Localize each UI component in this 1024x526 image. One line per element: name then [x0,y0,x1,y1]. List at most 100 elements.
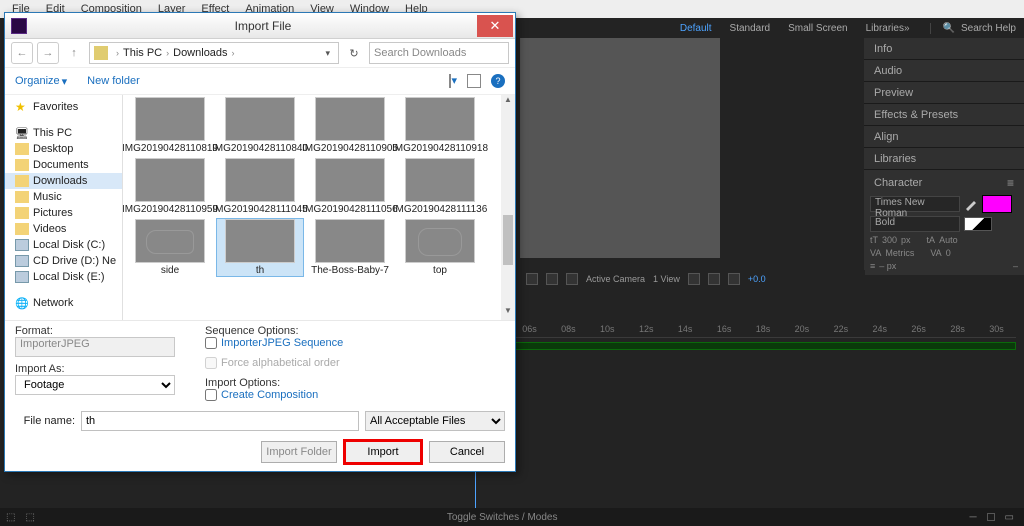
region-of-interest-icon[interactable] [566,273,578,285]
network-header[interactable]: Network [5,295,122,311]
breadcrumb-dropdown-icon[interactable]: ▾ [325,48,334,59]
fast-preview-icon[interactable] [708,273,720,285]
nav-item-downloads[interactable]: Downloads [5,173,122,189]
nav-item-cd-drive-d-ne[interactable]: CD Drive (D:) Ne [5,253,122,269]
scroll-down-icon[interactable]: ▼ [501,306,515,320]
composition-preview[interactable] [520,38,720,258]
nav-item-videos[interactable]: Videos [5,221,122,237]
new-folder-button[interactable]: New folder [87,75,140,87]
file-item[interactable]: IMG20190428111056 [307,158,393,215]
nav-item-documents[interactable]: Documents [5,157,122,173]
shy-icon[interactable]: ⬚ [6,512,15,523]
preview-pane-button[interactable] [467,74,481,88]
leading-value[interactable]: Auto [939,235,958,245]
file-name-input[interactable] [81,411,359,431]
stroke-color-swatch[interactable] [964,217,992,231]
kerning-value[interactable]: Metrics [885,248,914,258]
dialog-titlebar[interactable]: Import File ✕ [5,13,515,39]
eyedropper-icon[interactable] [964,197,978,211]
panel-tab-align[interactable]: Align [864,126,1024,148]
exposure-value[interactable]: +0.0 [748,274,766,284]
cancel-button[interactable]: Cancel [429,441,505,463]
file-item[interactable]: side [127,219,213,276]
file-item[interactable]: The-Boss-Baby-7 [307,219,393,276]
nav-item-desktop[interactable]: Desktop [5,141,122,157]
help-button[interactable]: ? [491,74,505,88]
organize-button[interactable]: Organize ▾ [15,75,67,88]
nav-item-local-disk-c-[interactable]: Local Disk (C:) [5,237,122,253]
file-item[interactable]: IMG20190428110959 [127,158,213,215]
panel-tab-effects-presets[interactable]: Effects & Presets [864,104,1024,126]
file-item[interactable]: IMG20190428111045 [217,158,303,215]
toggle-switches-button[interactable]: Toggle Switches / Modes [35,512,970,523]
fill-color-swatch[interactable] [982,195,1012,213]
workspace-small-screen[interactable]: Small Screen [788,23,847,34]
transparency-grid-icon[interactable] [546,273,558,285]
workspace-libraries[interactable]: Libraries [866,23,904,34]
mask-toggle-icon[interactable] [526,273,538,285]
view-mode-button[interactable]: ▾ [449,74,457,88]
workspace-default[interactable]: Default [680,23,712,34]
refresh-button[interactable]: ↻ [343,42,365,64]
zoom-out-icon[interactable]: ─ [969,512,976,523]
tracking-value[interactable]: 0 [946,248,951,258]
back-button[interactable]: ← [11,42,33,64]
view-layout-select[interactable]: 1 View [653,274,680,284]
folder-tree[interactable]: ★ Favorites This PC DesktopDocumentsDown… [5,95,123,320]
breadcrumb-segment-pc[interactable]: This PC [123,47,162,59]
timeline-icon[interactable] [728,273,740,285]
file-item[interactable]: top [397,219,483,276]
nav-item-pictures[interactable]: Pictures [5,205,122,221]
font-family-select[interactable]: Times New Roman [870,196,960,212]
panel-tab-preview[interactable]: Preview [864,82,1024,104]
panel-tab-libraries[interactable]: Libraries [864,148,1024,170]
ruler-tick: 12s [627,324,666,337]
file-list[interactable]: IMG20190428110819IMG20190428110840IMG201… [123,95,515,320]
file-name-label: IMG20190428110840 [212,143,308,154]
forward-button[interactable]: → [37,42,59,64]
file-item[interactable]: IMG20190428110840 [217,97,303,154]
folder-search-input[interactable]: Search Downloads [369,42,509,64]
create-composition-checkbox[interactable]: Create Composition [205,389,505,401]
file-thumbnail [225,97,295,141]
file-item[interactable]: IMG20190428110819 [127,97,213,154]
layer-bar[interactable] [510,342,1016,350]
dialog-close-button[interactable]: ✕ [477,15,513,37]
scroll-up-icon[interactable]: ▲ [501,95,515,109]
this-pc-header[interactable]: This PC [5,125,122,141]
workspace-standard[interactable]: Standard [730,23,771,34]
character-panel-title[interactable]: Character [874,177,922,189]
up-button[interactable]: ↑ [63,42,85,64]
active-camera-select[interactable]: Active Camera [586,274,645,284]
nav-item-local-disk-e-[interactable]: Local Disk (E:) [5,269,122,285]
zoom-slider[interactable] [987,513,995,521]
workspace-more-icon[interactable]: » [904,23,910,34]
file-item[interactable]: th [217,219,303,276]
font-style-select[interactable]: Bold [870,216,960,232]
file-list-scrollbar[interactable]: ▲ ▼ [501,95,515,320]
drive-icon [15,239,29,251]
zoom-in-icon[interactable]: ▭ [1005,512,1014,523]
panel-tab-audio[interactable]: Audio [864,60,1024,82]
panel-menu-icon[interactable]: ≡ [1007,176,1014,190]
help-search[interactable]: 🔍 Search Help [930,23,1016,34]
jpeg-sequence-checkbox[interactable]: ImporterJPEG Sequence [205,337,505,349]
panel-tab-info[interactable]: Info [864,38,1024,60]
time-ruler[interactable]: 06s08s10s12s14s16s18s20s22s24s26s28s30s [510,324,1016,338]
file-item[interactable]: IMG20190428110905 [307,97,393,154]
scrollbar-thumb[interactable] [503,215,513,265]
stroke-width-value[interactable]: – px [879,261,896,271]
pixel-aspect-icon[interactable] [688,273,700,285]
breadcrumb[interactable]: › This PC › Downloads › ▾ [89,42,339,64]
nav-item-music[interactable]: Music [5,189,122,205]
file-item[interactable]: IMG20190428111136 [397,158,483,215]
frame-blend-icon[interactable]: ⬚ [25,512,34,523]
import-folder-button[interactable]: Import Folder [261,441,337,463]
font-size-value[interactable]: 300 [882,235,897,245]
file-item[interactable]: IMG20190428110918 [397,97,483,154]
breadcrumb-segment-downloads[interactable]: Downloads [173,47,227,59]
favorites-header[interactable]: ★ Favorites [5,99,122,115]
file-type-filter[interactable]: All Acceptable Files [365,411,505,431]
import-as-select[interactable]: Footage [15,375,175,395]
import-button[interactable]: Import [345,441,421,463]
